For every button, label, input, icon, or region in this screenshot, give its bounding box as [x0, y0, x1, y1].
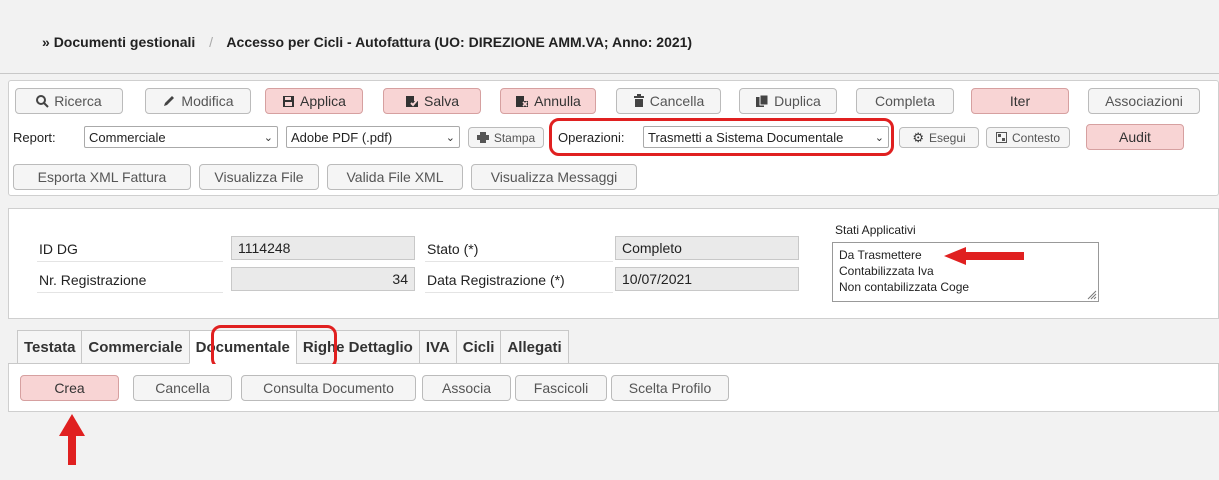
toolbar: Ricerca Modifica Applica Salva Annulla C…: [8, 80, 1219, 196]
nr-registrazione-label: Nr. Registrazione: [39, 272, 147, 288]
ricerca-label: Ricerca: [54, 93, 102, 109]
stato-label: Stato (*): [427, 241, 479, 257]
data-registrazione-value: 10/07/2021: [615, 267, 799, 291]
crea-button[interactable]: Crea: [20, 375, 119, 401]
field-underline: [425, 292, 613, 293]
visualizza-messaggi-button[interactable]: Visualizza Messaggi: [471, 164, 637, 190]
stampa-button[interactable]: Stampa: [468, 127, 544, 148]
esporta-xml-button[interactable]: Esporta XML Fattura: [13, 164, 191, 190]
visualizza-messaggi-label: Visualizza Messaggi: [490, 169, 618, 185]
iter-label: Iter: [1009, 93, 1031, 109]
crea-label: Crea: [54, 380, 85, 396]
documentale-toolbar: Crea Cancella Consulta Documento Associa…: [8, 364, 1219, 412]
consulta-documento-label: Consulta Documento: [263, 380, 394, 396]
report-select[interactable]: Commerciale ⌄: [84, 126, 278, 148]
gear-icon: ⚙: [912, 129, 924, 145]
cancella-button[interactable]: Cancella: [616, 88, 721, 114]
report-label: Report:: [13, 130, 56, 145]
completa-button[interactable]: Completa: [856, 88, 954, 114]
tab-testata[interactable]: Testata: [17, 330, 82, 364]
report-select-value: Commerciale: [89, 129, 166, 145]
stampa-label: Stampa: [493, 130, 536, 145]
salva-button[interactable]: Salva: [383, 88, 481, 114]
modifica-button[interactable]: Modifica: [145, 88, 251, 114]
contesto-button[interactable]: Contesto: [986, 127, 1070, 148]
chevron-down-icon: ⌄: [445, 131, 455, 144]
iter-button[interactable]: Iter: [971, 88, 1069, 114]
audit-button[interactable]: Audit: [1086, 124, 1184, 150]
stato-item: Non contabilizzata Coge: [839, 280, 970, 294]
save-check-icon: [405, 95, 419, 108]
esegui-button[interactable]: ⚙ Esegui: [899, 127, 979, 148]
scelta-profilo-label: Scelta Profilo: [628, 380, 712, 396]
tab-iva[interactable]: IVA: [418, 330, 456, 364]
nr-registrazione-value: 34: [231, 267, 415, 291]
tab-cicli[interactable]: Cicli: [455, 330, 501, 364]
applica-button[interactable]: Applica: [265, 88, 363, 114]
red-arrow-up-annotation: [59, 414, 85, 465]
annulla-button[interactable]: Annulla: [500, 88, 596, 114]
visualizza-file-button[interactable]: Visualizza File: [199, 164, 319, 190]
associazioni-label: Associazioni: [1105, 93, 1183, 109]
tab-allegati[interactable]: Allegati: [500, 330, 569, 364]
cancel-icon: [515, 95, 529, 108]
resize-grip-icon[interactable]: [1086, 289, 1097, 300]
id-dg-value: 1114248: [231, 236, 415, 260]
field-underline: [425, 261, 613, 262]
context-icon: [995, 132, 1007, 143]
valida-xml-button[interactable]: Valida File XML: [327, 164, 463, 190]
breadcrumb-current: Accesso per Cicli - Autofattura (UO: DIR…: [226, 34, 693, 50]
associa-button[interactable]: Associa: [422, 375, 511, 401]
associazioni-button[interactable]: Associazioni: [1088, 88, 1200, 114]
scelta-profilo-button[interactable]: Scelta Profilo: [611, 375, 729, 401]
format-select-value: Adobe PDF (.pdf): [291, 129, 393, 145]
ricerca-button[interactable]: Ricerca: [15, 88, 123, 114]
salva-label: Salva: [423, 93, 460, 109]
documentale-tab-highlight: [211, 325, 337, 369]
breadcrumb: » Documenti gestionali / Accesso per Cic…: [42, 34, 692, 50]
field-underline: [37, 261, 223, 262]
cancella-label: Cancella: [649, 93, 705, 109]
cancella-documento-label: Cancella: [155, 380, 210, 396]
printer-icon: [476, 132, 489, 143]
trash-icon: [633, 94, 645, 108]
breadcrumb-prefix: »: [42, 34, 50, 50]
completa-label: Completa: [875, 93, 935, 109]
annulla-label: Annulla: [534, 93, 581, 109]
consulta-documento-button[interactable]: Consulta Documento: [241, 375, 416, 401]
fascicoli-button[interactable]: Fascicoli: [515, 375, 607, 401]
id-dg-label: ID DG: [39, 241, 78, 257]
header-form: ID DG 1114248 Nr. Registrazione 34 Stato…: [8, 208, 1219, 319]
audit-label: Audit: [1119, 129, 1151, 145]
stati-applicativi-title: Stati Applicativi: [835, 223, 916, 237]
esporta-xml-label: Esporta XML Fattura: [37, 169, 167, 185]
visualizza-file-label: Visualizza File: [214, 169, 304, 185]
chevron-down-icon: ⌄: [263, 131, 273, 144]
applica-label: Applica: [300, 93, 346, 109]
floppy-icon: [282, 95, 295, 108]
breadcrumb-root-link[interactable]: Documenti gestionali: [54, 34, 196, 50]
valida-xml-label: Valida File XML: [346, 169, 444, 185]
associa-label: Associa: [441, 380, 492, 396]
duplica-label: Duplica: [774, 93, 821, 109]
stato-value: Completo: [615, 236, 799, 260]
data-registrazione-label: Data Registrazione (*): [427, 272, 565, 288]
pencil-icon: [162, 94, 176, 108]
red-arrow-left-annotation: [944, 247, 1024, 265]
duplica-button[interactable]: Duplica: [739, 88, 837, 114]
cancella-documento-button[interactable]: Cancella: [133, 375, 232, 401]
format-select[interactable]: Adobe PDF (.pdf) ⌄: [286, 126, 460, 148]
search-icon: [36, 94, 49, 108]
modifica-label: Modifica: [181, 93, 234, 109]
contesto-label: Contesto: [1011, 130, 1061, 145]
breadcrumb-bar: » Documenti gestionali / Accesso per Cic…: [0, 0, 1219, 74]
fascicoli-label: Fascicoli: [533, 380, 589, 396]
field-underline: [37, 292, 223, 293]
esegui-label: Esegui: [928, 130, 966, 145]
operazioni-highlight: [549, 118, 894, 156]
breadcrumb-separator: /: [209, 34, 214, 50]
copy-icon: [755, 94, 769, 108]
tab-commerciale[interactable]: Commerciale: [81, 330, 189, 364]
